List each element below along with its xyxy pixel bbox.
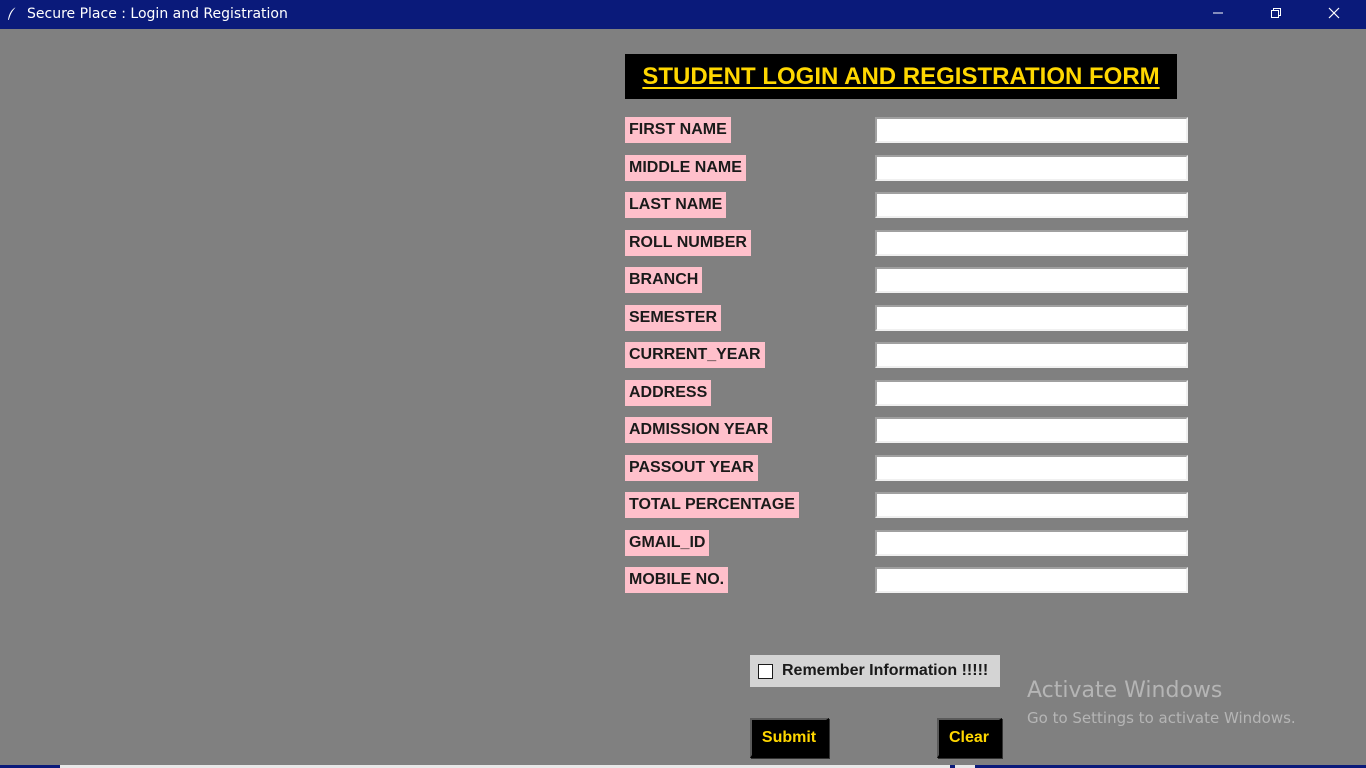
close-button[interactable]: [1305, 0, 1363, 29]
feather-icon: [6, 6, 18, 22]
current-year-label: CURRENT_YEAR: [625, 342, 765, 368]
address-input[interactable]: [875, 380, 1188, 406]
last-name-input[interactable]: [875, 192, 1188, 218]
mobile-no-label: MOBILE NO.: [625, 567, 729, 593]
window-title: Secure Place : Login and Registration: [27, 6, 288, 22]
form-heading: STUDENT LOGIN AND REGISTRATION FORM: [625, 54, 1177, 99]
remember-information-label: Remember Information !!!!!: [782, 662, 989, 679]
close-icon: [1328, 7, 1340, 23]
semester-label: SEMESTER: [625, 305, 722, 331]
mobile-no-input[interactable]: [875, 567, 1188, 593]
submit-button[interactable]: Submit: [750, 718, 829, 758]
last-name-label: LAST NAME: [625, 192, 727, 218]
total-percentage-input[interactable]: [875, 492, 1188, 518]
activate-windows-watermark: Activate Windows Go to Settings to activ…: [1027, 677, 1296, 729]
restore-button[interactable]: [1247, 0, 1305, 29]
passout-year-input[interactable]: [875, 455, 1188, 481]
roll-number-input[interactable]: [875, 230, 1188, 256]
minimize-button[interactable]: [1189, 0, 1247, 29]
minimize-icon: [1212, 7, 1224, 23]
gmail-id-label: GMAIL_ID: [625, 530, 710, 556]
total-percentage-label: TOTAL PERCENTAGE: [625, 492, 799, 518]
passout-year-label: PASSOUT YEAR: [625, 455, 758, 481]
remember-information-checkbox[interactable]: Remember Information !!!!!: [750, 655, 1000, 687]
admission-year-label: ADMISSION YEAR: [625, 417, 773, 443]
semester-input[interactable]: [875, 305, 1188, 331]
gmail-id-input[interactable]: [875, 530, 1188, 556]
watermark-title: Activate Windows: [1027, 678, 1223, 703]
branch-input[interactable]: [875, 267, 1188, 293]
middle-name-input[interactable]: [875, 155, 1188, 181]
admission-year-input[interactable]: [875, 417, 1188, 443]
current-year-input[interactable]: [875, 342, 1188, 368]
window-titlebar: Secure Place : Login and Registration: [0, 0, 1366, 29]
middle-name-label: MIDDLE NAME: [625, 155, 746, 181]
branch-label: BRANCH: [625, 267, 703, 293]
clear-button[interactable]: Clear: [937, 718, 1002, 758]
first-name-label: FIRST NAME: [625, 117, 731, 143]
roll-number-label: ROLL NUMBER: [625, 230, 751, 256]
watermark-subtitle: Go to Settings to activate Windows.: [1027, 709, 1296, 727]
first-name-input[interactable]: [875, 117, 1188, 143]
restore-icon: [1270, 7, 1282, 23]
checkbox-box[interactable]: [758, 663, 773, 679]
address-label: ADDRESS: [625, 380, 712, 406]
